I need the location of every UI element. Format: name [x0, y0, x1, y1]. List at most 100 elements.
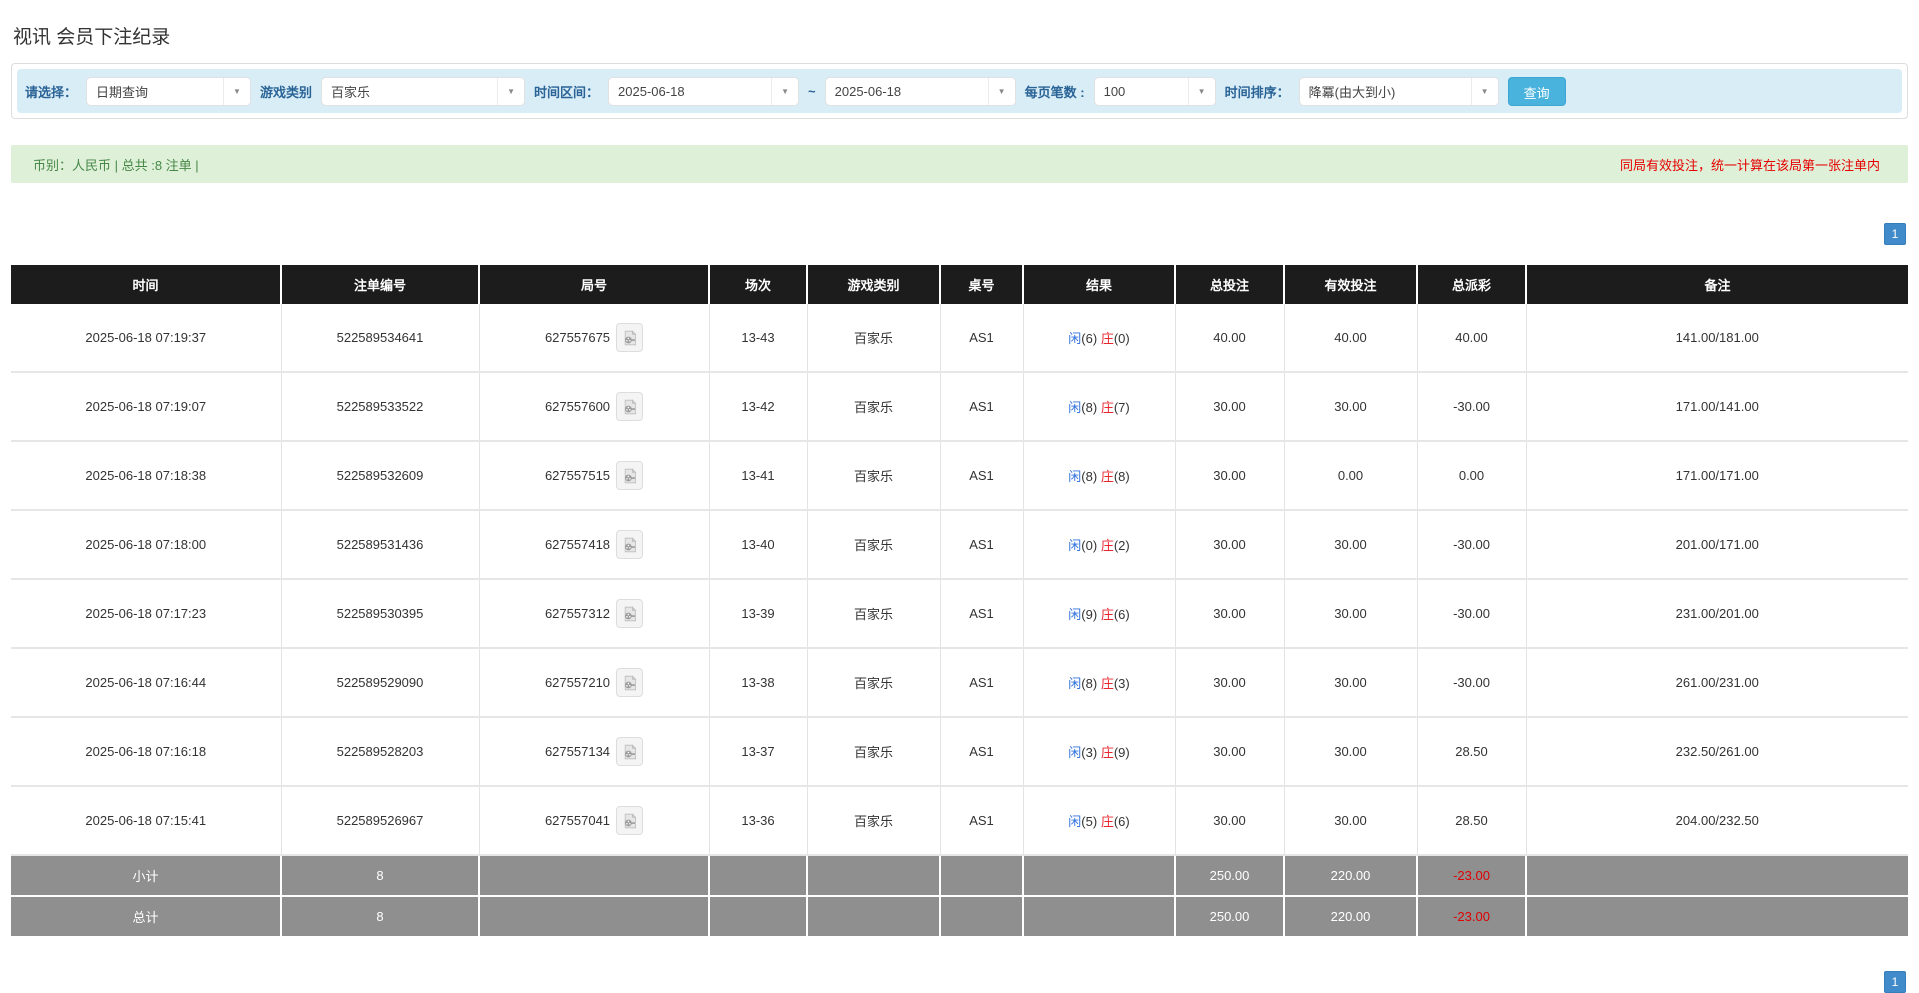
- cell-round-no: 627557312: [479, 579, 710, 649]
- cell-bet-no: 522589532609: [281, 441, 480, 511]
- cell-total-bet-link[interactable]: 30.00: [1175, 579, 1285, 649]
- result-player-label: 闲: [1068, 607, 1082, 622]
- video-replay-button[interactable]: [616, 737, 644, 766]
- cell-total-bet-link[interactable]: 30.00: [1175, 441, 1285, 511]
- query-type-select[interactable]: 日期查询 ▼: [86, 76, 252, 106]
- subtotal-label: 小计: [11, 855, 282, 897]
- result-player-score: (0): [1081, 538, 1098, 553]
- date-from-select[interactable]: 2025-06-18 ▼: [608, 76, 800, 106]
- time-sort-select[interactable]: 降冪(由大到小) ▼: [1298, 76, 1499, 106]
- header-total-bet: 总投注: [1175, 265, 1285, 304]
- total-count: 8: [281, 896, 480, 938]
- search-button[interactable]: 查询: [1507, 76, 1566, 106]
- header-round-no: 局号: [479, 265, 710, 304]
- cell-total-bet-link[interactable]: 30.00: [1175, 372, 1285, 442]
- game-type-label: 游戏类别: [260, 84, 313, 100]
- video-replay-button[interactable]: [616, 668, 644, 697]
- date-to-select[interactable]: 2025-06-18 ▼: [824, 76, 1016, 106]
- query-type-value[interactable]: 日期查询: [87, 78, 223, 105]
- result-banker-score: (6): [1113, 814, 1130, 829]
- currency-total-text: 币别：人民币 | 总共 :8 注单 |: [33, 157, 199, 173]
- result-banker-label: 庄: [1100, 676, 1114, 691]
- grand-total-row: 总计 8 250.00 220.00 -23.00: [11, 896, 1908, 938]
- cell-game-type: 百家乐: [807, 510, 941, 580]
- header-result: 结果: [1023, 265, 1176, 304]
- cell-result: 闲(8) 庄(3): [1023, 648, 1176, 718]
- table-totals: 小计 8 250.00 220.00 -23.00 总计 8 250.00 22…: [11, 855, 1908, 938]
- video-file-icon: [624, 812, 637, 828]
- video-replay-button[interactable]: [616, 392, 644, 421]
- result-player-label: 闲: [1068, 469, 1082, 484]
- cell-round-no: 627557675: [479, 304, 710, 373]
- video-replay-button[interactable]: [616, 461, 644, 490]
- chevron-down-icon[interactable]: ▼: [1187, 77, 1215, 105]
- bet-records-table: 时间 注单编号 局号 场次 游戏类别 桌号 结果 总投注 有效投注 总派彩 备注…: [11, 265, 1908, 938]
- cell-table-no: AS1: [940, 372, 1024, 442]
- table-row: 2025-06-18 07:19:07 522589533522 6275576…: [11, 372, 1908, 442]
- cell-total-bet-link[interactable]: 40.00: [1175, 304, 1285, 373]
- cell-time: 2025-06-18 07:19:37: [11, 304, 282, 373]
- result-banker-label: 庄: [1100, 400, 1114, 415]
- cell-valid-bet: 0.00: [1284, 441, 1418, 511]
- cell-bet-no: 522589528203: [281, 717, 480, 787]
- page-size-select[interactable]: 100 ▼: [1093, 76, 1216, 106]
- game-type-select[interactable]: 百家乐 ▼: [321, 76, 526, 106]
- cell-game-type: 百家乐: [807, 579, 941, 649]
- cell-table-no: AS1: [940, 441, 1024, 511]
- cell-payout: 0.00: [1417, 441, 1527, 511]
- video-replay-button[interactable]: [616, 323, 644, 352]
- page-size-value[interactable]: 100: [1095, 78, 1188, 105]
- result-banker-label: 庄: [1100, 331, 1114, 346]
- cell-valid-bet: 40.00: [1284, 304, 1418, 373]
- cell-total-bet-link[interactable]: 30.00: [1175, 717, 1285, 787]
- cell-remark: 231.00/201.00: [1526, 579, 1908, 649]
- table-row: 2025-06-18 07:17:23 522589530395 6275573…: [11, 579, 1908, 649]
- result-player-score: (3): [1081, 745, 1098, 760]
- cell-total-bet-link[interactable]: 30.00: [1175, 786, 1285, 856]
- date-to-value[interactable]: 2025-06-18: [826, 78, 988, 105]
- cell-payout: -30.00: [1417, 648, 1527, 718]
- time-sort-value[interactable]: 降冪(由大到小): [1300, 78, 1471, 105]
- cell-game-type: 百家乐: [807, 372, 941, 442]
- result-player-label: 闲: [1068, 814, 1082, 829]
- subtotal-valid-bet: 220.00: [1284, 855, 1418, 897]
- cell-result: 闲(3) 庄(9): [1023, 717, 1176, 787]
- date-from-value[interactable]: 2025-06-18: [609, 78, 771, 105]
- cell-table-no: AS1: [940, 648, 1024, 718]
- chevron-down-icon[interactable]: ▼: [987, 77, 1015, 105]
- cell-total-bet-link[interactable]: 30.00: [1175, 510, 1285, 580]
- video-replay-button[interactable]: [616, 599, 644, 628]
- result-player-label: 闲: [1068, 745, 1082, 760]
- cell-valid-bet: 30.00: [1284, 648, 1418, 718]
- chevron-down-icon[interactable]: ▼: [223, 77, 251, 105]
- result-banker-score: (3): [1113, 676, 1130, 691]
- video-file-icon: [624, 536, 637, 552]
- cell-valid-bet: 30.00: [1284, 579, 1418, 649]
- table-header: 时间 注单编号 局号 场次 游戏类别 桌号 结果 总投注 有效投注 总派彩 备注: [11, 265, 1908, 304]
- game-type-value[interactable]: 百家乐: [322, 78, 497, 105]
- video-file-icon: [624, 605, 637, 621]
- filter-panel: 请选择： 日期查询 ▼ 游戏类别 百家乐 ▼ 时间区间： 2025-06-18 …: [11, 63, 1908, 119]
- video-replay-button[interactable]: [616, 530, 644, 559]
- cell-total-bet-link[interactable]: 30.00: [1175, 648, 1285, 718]
- chevron-down-icon[interactable]: ▼: [497, 77, 525, 105]
- table-row: 2025-06-18 07:16:18 522589528203 6275571…: [11, 717, 1908, 787]
- result-player-score: (8): [1081, 400, 1098, 415]
- cell-valid-bet: 30.00: [1284, 786, 1418, 856]
- cell-payout: 40.00: [1417, 304, 1527, 373]
- round-no-text: 627557418: [544, 537, 611, 552]
- cell-payout: 28.50: [1417, 786, 1527, 856]
- video-file-icon: [624, 329, 637, 345]
- page-1-button[interactable]: 1: [1884, 971, 1906, 993]
- cell-session: 13-38: [709, 648, 808, 718]
- table-row: 2025-06-18 07:19:37 522589534641 6275576…: [11, 304, 1908, 373]
- chevron-down-icon[interactable]: ▼: [1470, 77, 1498, 105]
- page-1-button[interactable]: 1: [1884, 223, 1906, 245]
- cell-game-type: 百家乐: [807, 304, 941, 373]
- result-player-score: (6): [1081, 331, 1098, 346]
- date-range-tilde: ~: [808, 83, 816, 99]
- video-replay-button[interactable]: [616, 806, 644, 835]
- header-game-type: 游戏类别: [807, 265, 941, 304]
- chevron-down-icon[interactable]: ▼: [771, 77, 799, 105]
- cell-remark: 171.00/171.00: [1526, 441, 1908, 511]
